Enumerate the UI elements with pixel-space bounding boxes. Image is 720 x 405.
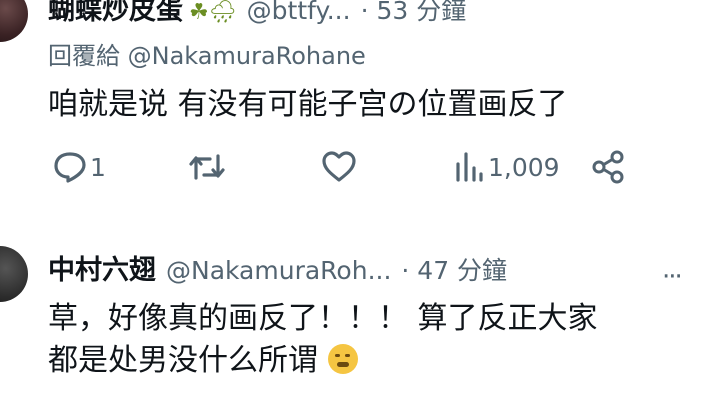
display-name[interactable]: 中村六翅	[48, 248, 156, 287]
user-handle[interactable]: @NakamuraRoh...	[166, 256, 391, 285]
display-name[interactable]: 蝴蝶炒皮蛋	[48, 0, 183, 27]
views-count: 1,009	[488, 152, 560, 182]
bar-chart-icon	[456, 152, 483, 182]
share-button[interactable]	[590, 150, 626, 184]
tweet-actions: 1 1,009	[48, 150, 648, 194]
grimace-emoji-icon	[327, 344, 358, 374]
reply-count: 1	[90, 152, 106, 182]
avatar[interactable]	[0, 0, 28, 42]
tweet-header: 蝴蝶炒皮蛋 ☘🌧 @bttfy... · 53 分鐘	[48, 0, 466, 27]
retweet-button[interactable]	[188, 150, 226, 184]
timestamp[interactable]: · 53 分鐘	[361, 0, 467, 27]
views-button[interactable]: 1,009	[454, 150, 560, 184]
tweet-text-line-2: 都是处男没什么所谓	[48, 340, 358, 382]
reply-prefix: 回覆給	[48, 42, 120, 70]
reply-button[interactable]: 1	[52, 150, 106, 184]
tweet-text-line-2-content: 都是处男没什么所谓	[48, 343, 318, 378]
tweet-text-line-1: 草，好像真的画反了！！！ 算了反正大家	[48, 301, 598, 336]
like-button[interactable]	[320, 150, 358, 184]
timestamp[interactable]: · 47 分鐘	[401, 251, 507, 287]
tweet-text: 咱就是说 有没有可能子宫の位置画反了	[48, 87, 568, 122]
tweet-header: 中村六翅 @NakamuraRoh... · 47 分鐘	[48, 248, 507, 287]
more-options-icon[interactable]: ···	[662, 262, 683, 292]
reply-icon	[54, 152, 86, 183]
share-icon	[592, 150, 624, 184]
user-handle[interactable]: @bttfy...	[247, 0, 351, 25]
reply-mention-link[interactable]: @NakamuraRohane	[128, 42, 366, 70]
heart-icon	[322, 151, 356, 182]
reply-context: 回覆給 @NakamuraRohane	[48, 36, 366, 71]
clover-icon: ☘🌧	[189, 0, 237, 25]
retweet-icon	[189, 154, 225, 180]
avatar[interactable]	[0, 246, 28, 302]
